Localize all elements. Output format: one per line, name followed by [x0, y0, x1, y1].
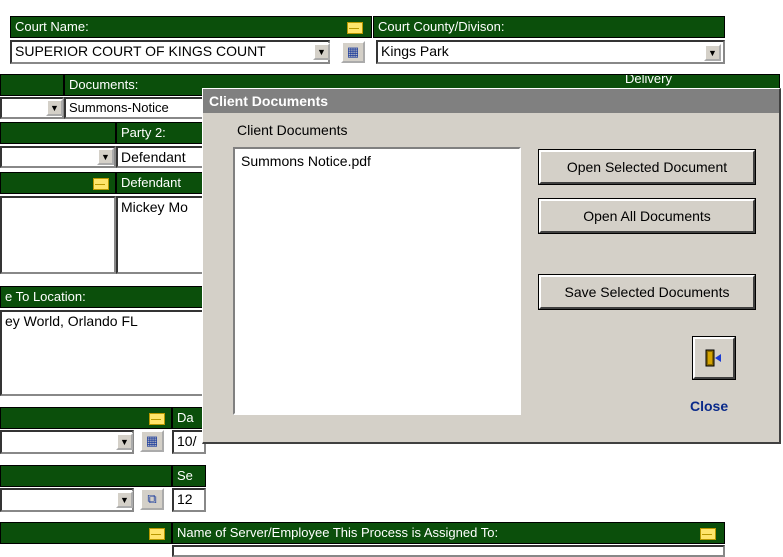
copy-icon[interactable]: ⧉ [140, 488, 164, 510]
envelope-icon [149, 413, 165, 425]
envelope-icon [93, 178, 109, 190]
party2-select[interactable]: Defendant [116, 146, 206, 168]
close-button[interactable] [692, 336, 736, 380]
court-name-dropdown-button[interactable]: ▼ [313, 43, 330, 60]
date-field[interactable]: 10/ [172, 430, 206, 454]
documents-listbox[interactable]: Summons Notice.pdf [233, 147, 521, 415]
save-selected-label: Save Selected Documents [564, 284, 730, 300]
client-documents-dialog: Client Documents Client Documents Summon… [202, 88, 781, 444]
service-header: Se [172, 465, 206, 487]
service-field[interactable]: 12 [172, 488, 206, 512]
server-label: Name of Server/Employee This Process is … [177, 525, 499, 540]
defendant-header: Defendant [116, 172, 206, 194]
documents-label: Documents: [69, 77, 139, 92]
envelope-icon [700, 528, 716, 540]
date-left-header [0, 407, 172, 429]
court-name-select[interactable]: SUPERIOR COURT OF KINGS COUNT [10, 40, 330, 64]
list-item[interactable]: Summons Notice.pdf [235, 149, 519, 173]
envelope-icon [149, 528, 165, 540]
service-left-dropdown[interactable]: ▼ [116, 491, 133, 508]
close-label[interactable]: Close [690, 398, 728, 414]
open-selected-label: Open Selected Document [566, 159, 728, 175]
server-header: Name of Server/Employee This Process is … [172, 522, 725, 544]
save-selected-documents-button[interactable]: Save Selected Documents [538, 274, 756, 310]
service-left-select[interactable] [0, 488, 134, 512]
party2-value: Defendant [121, 149, 186, 165]
defendant-textarea[interactable]: Mickey Mo [116, 196, 206, 274]
court-name-label: Court Name: [15, 19, 89, 34]
left-header-stub [0, 74, 64, 96]
date-header: Da [172, 407, 206, 429]
party1-dropdown-button[interactable]: ▼ [97, 148, 114, 165]
server-left-header [0, 522, 172, 544]
defendant-label: Defendant [121, 175, 181, 190]
documents-value: Summons-Notice [69, 100, 169, 115]
calendar-icon[interactable]: ▦ [140, 430, 164, 452]
court-county-dropdown-button[interactable]: ▼ [704, 44, 721, 61]
server-select[interactable] [172, 545, 725, 557]
documents-select[interactable]: Summons-Notice [64, 97, 204, 119]
exit-door-icon [705, 349, 721, 367]
open-all-label: Open All Documents [583, 208, 711, 224]
court-name-value: SUPERIOR COURT OF KINGS COUNT [15, 43, 266, 59]
defendant-left-header [0, 172, 116, 194]
date-left-dropdown[interactable]: ▼ [116, 433, 133, 450]
dialog-title: Client Documents [209, 93, 329, 109]
delivery-label: Delivery [625, 74, 672, 86]
open-all-documents-button[interactable]: Open All Documents [538, 198, 756, 234]
court-county-header: Court County/Divison: [373, 16, 725, 38]
party-left-header [0, 122, 116, 144]
service-value: 12 [177, 491, 193, 507]
open-selected-document-button[interactable]: Open Selected Document [538, 149, 756, 185]
court-name-header: Court Name: [10, 16, 372, 38]
date-label: Da [177, 410, 194, 425]
party2-label: Party 2: [121, 125, 166, 140]
documents-list-label: Client Documents [237, 122, 348, 138]
court-county-value: Kings Park [381, 43, 449, 59]
court-lookup-icon[interactable]: ▦ [341, 41, 365, 63]
service-left-header [0, 465, 172, 487]
date-left-select[interactable] [0, 430, 134, 454]
service-label: Se [177, 468, 193, 483]
party2-header: Party 2: [116, 122, 206, 144]
court-county-label: Court County/Divison: [378, 19, 505, 34]
dialog-title-bar[interactable]: Client Documents [203, 89, 779, 113]
location-label: e To Location: [5, 289, 86, 304]
court-county-select[interactable]: Kings Park [376, 40, 725, 64]
location-header: e To Location: [0, 286, 206, 308]
defendant-value: Mickey Mo [121, 199, 188, 215]
envelope-icon [347, 22, 363, 34]
defendant-left-textarea[interactable] [0, 196, 116, 274]
documents-left-dropdown[interactable]: ▼ [46, 99, 63, 116]
location-textarea[interactable]: ey World, Orlando FL [0, 310, 206, 396]
location-value: ey World, Orlando FL [5, 313, 138, 329]
date-value: 10/ [177, 433, 197, 449]
